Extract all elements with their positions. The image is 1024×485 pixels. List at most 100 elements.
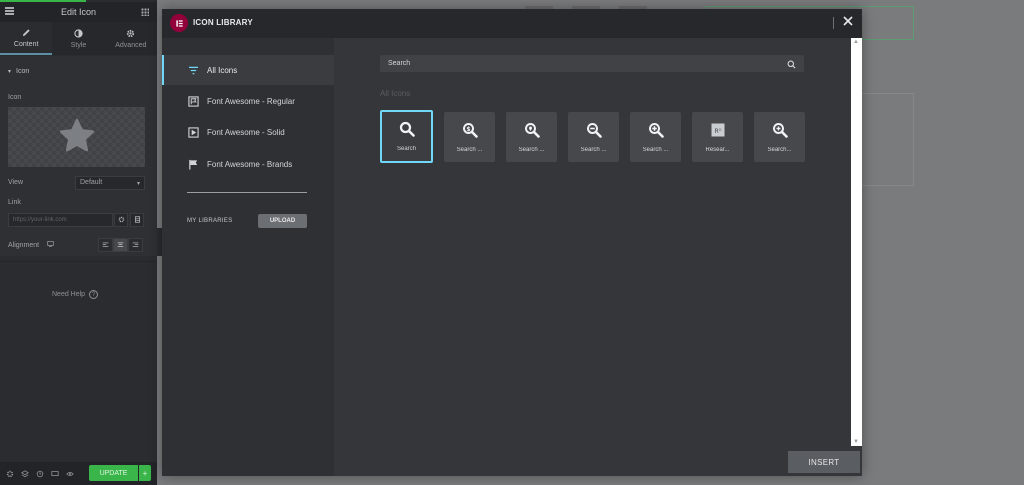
navigator-icon[interactable] xyxy=(19,468,30,479)
gear-icon xyxy=(126,29,135,38)
section-heading: All Icons xyxy=(380,89,411,98)
icon-tile-search-plus[interactable]: Search ... xyxy=(630,112,681,162)
modal-header: ICON LIBRARY xyxy=(162,9,862,38)
search-input[interactable]: Search xyxy=(380,55,804,72)
panel-tabs: Content Style Advanced xyxy=(0,22,157,55)
sidebar-divider xyxy=(187,192,307,193)
icon-tile-search-plus-alt[interactable]: Search... xyxy=(754,112,805,162)
insert-button[interactable]: INSERT xyxy=(788,451,860,473)
search-location-icon xyxy=(524,122,540,138)
view-select[interactable]: Default ▾ xyxy=(75,176,145,190)
database-icon xyxy=(134,215,141,225)
tab-all-icons[interactable]: All Icons xyxy=(162,55,334,85)
tab-font-awesome-brands[interactable]: Font Awesome - Brands xyxy=(162,149,334,179)
search-minus-icon xyxy=(586,122,602,138)
link-settings-button[interactable] xyxy=(114,213,128,227)
align-center-button[interactable] xyxy=(113,238,128,252)
section-toggle-icon[interactable]: ▾ Icon xyxy=(8,68,29,75)
my-libraries-label: MY LIBRARIES xyxy=(187,218,233,224)
panel-title: Edit Icon xyxy=(60,7,97,17)
icon-label: Search ... xyxy=(456,146,483,153)
need-help-link[interactable]: Need Help ? xyxy=(52,290,99,299)
update-button[interactable]: UPDATE xyxy=(89,465,138,481)
alignment-label-text: Alignment xyxy=(8,242,40,249)
caret-down-icon: ▾ xyxy=(8,69,12,75)
align-right-button[interactable] xyxy=(128,238,143,252)
update-options-button[interactable]: + xyxy=(139,465,151,481)
tab-font-awesome-regular[interactable]: Font Awesome - Regular xyxy=(162,86,334,116)
icon-label: Search ... xyxy=(580,146,607,153)
search-value: Search xyxy=(388,60,411,67)
modal-title: ICON LIBRARY xyxy=(193,18,253,27)
section-title: Icon xyxy=(16,68,30,75)
icon-label: Search ... xyxy=(642,146,669,153)
star-icon xyxy=(57,116,97,158)
icon-tile-search[interactable]: Search xyxy=(380,110,433,163)
tab-label: Advanced xyxy=(115,41,147,49)
align-left-icon xyxy=(102,241,109,250)
icons-grid: Search $ Search ... Search ... Search ..… xyxy=(380,110,805,163)
icon-field-label: Icon xyxy=(8,94,22,101)
icon-tile-search-dollar[interactable]: $ Search ... xyxy=(444,112,495,162)
alignment-label: Alignment xyxy=(8,241,54,249)
hamburger-icon[interactable] xyxy=(5,7,14,15)
icon-tile-search-location[interactable]: Search ... xyxy=(506,112,557,162)
need-help-label: Need Help xyxy=(52,291,86,298)
tab-label: Font Awesome - Brands xyxy=(207,159,293,169)
tab-content[interactable]: Content xyxy=(0,22,53,55)
flag-outline-icon xyxy=(187,95,199,107)
play-square-icon xyxy=(187,126,199,138)
elementor-logo-icon xyxy=(170,14,188,32)
tab-label: Content xyxy=(13,40,39,48)
icon-preview[interactable] xyxy=(8,107,145,167)
svg-text:$: $ xyxy=(466,125,470,132)
settings-icon[interactable] xyxy=(4,468,15,479)
alignment-group xyxy=(98,238,143,252)
upload-button[interactable]: UPLOAD xyxy=(258,214,307,228)
scroll-down-icon[interactable]: ▼ xyxy=(853,439,859,445)
eye-icon[interactable] xyxy=(64,468,75,479)
history-icon[interactable] xyxy=(34,468,45,479)
tab-advanced[interactable]: Advanced xyxy=(105,22,157,55)
icon-label: Resear... xyxy=(705,146,730,153)
search-plus-alt-icon xyxy=(772,122,788,138)
icons-content: Search All Icons Search $ Search ... Sea… xyxy=(334,38,851,446)
panel-body: ▾ Icon Icon View Default ▾ Link https://y… xyxy=(0,56,157,262)
chevron-down-icon: ▾ xyxy=(136,181,140,187)
editor-panel: Edit Icon Content Style Advanced ▾ Icon I… xyxy=(0,0,157,485)
view-label: View xyxy=(8,179,24,186)
researchgate-icon: Rᴳ xyxy=(710,122,726,138)
help-icon: ? xyxy=(89,290,99,299)
tab-label: All Icons xyxy=(207,65,238,75)
align-left-button[interactable] xyxy=(98,238,113,252)
header-divider xyxy=(833,17,834,29)
tab-label: Font Awesome - Solid xyxy=(207,127,285,137)
icon-library-modal: ICON LIBRARY All Icons Font Awesome - Re… xyxy=(162,9,862,476)
icon-label: Search... xyxy=(767,146,792,153)
responsive-icon[interactable] xyxy=(49,468,60,479)
panel-divider xyxy=(0,261,157,262)
tab-style[interactable]: Style xyxy=(52,22,104,55)
library-sidebar: All Icons Font Awesome - Regular Font Aw… xyxy=(162,38,334,476)
align-right-icon xyxy=(132,241,139,250)
modal-footer: INSERT xyxy=(334,446,862,476)
scrollbar[interactable]: ▲ ▼ xyxy=(851,38,862,446)
search-icon xyxy=(787,59,796,69)
tab-font-awesome-solid[interactable]: Font Awesome - Solid xyxy=(162,117,334,147)
tab-label: Style xyxy=(70,41,87,49)
scroll-up-icon[interactable]: ▲ xyxy=(853,39,859,45)
icon-tile-researchgate[interactable]: Rᴳ Resear... xyxy=(692,112,743,162)
dynamic-tags-button[interactable] xyxy=(130,213,144,227)
half-circle-icon xyxy=(74,28,83,38)
search-icon xyxy=(399,121,415,137)
search-plus-icon xyxy=(648,122,664,138)
pencil-icon xyxy=(22,28,31,37)
desktop-icon[interactable] xyxy=(47,241,54,249)
tab-label: Font Awesome - Regular xyxy=(207,96,295,106)
link-input[interactable]: https://your-link.com xyxy=(8,213,113,227)
grid-icon[interactable] xyxy=(141,8,149,16)
close-button[interactable] xyxy=(841,15,855,29)
icon-tile-search-minus[interactable]: Search ... xyxy=(568,112,619,162)
align-center-icon xyxy=(117,241,124,250)
icon-label: Search ... xyxy=(518,146,545,153)
